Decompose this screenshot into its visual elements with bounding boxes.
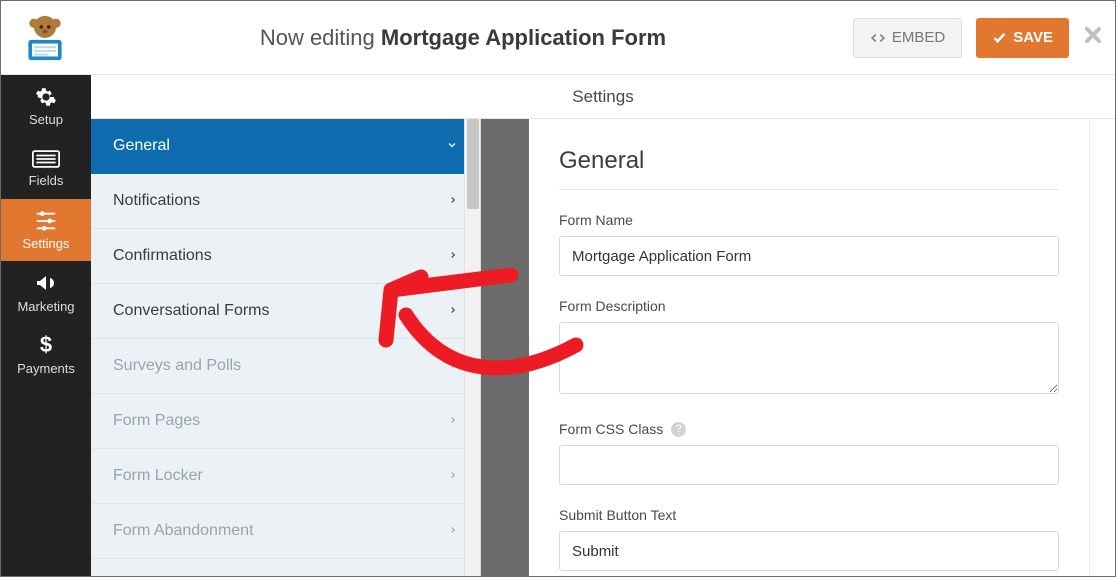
divider-column (481, 119, 529, 576)
chevron-right-icon (448, 414, 458, 429)
submit-text-input[interactable] (559, 531, 1059, 571)
form-css-input[interactable] (559, 445, 1059, 485)
nav-fields-label: Fields (29, 173, 64, 188)
panel-heading: General (559, 147, 1059, 190)
nav-marketing-label: Marketing (17, 299, 74, 314)
settings-menu-scrollbar[interactable] (464, 119, 480, 576)
settings-menu-scroll-thumb[interactable] (467, 119, 479, 209)
settings-menu-item-label: Notifications (113, 192, 200, 210)
check-icon (992, 30, 1007, 45)
form-title: Mortgage Application Form (381, 25, 666, 50)
nav-payments-label: Payments (17, 361, 75, 376)
page-title: Now editing Mortgage Application Form (73, 25, 853, 51)
sliders-icon (35, 210, 57, 232)
code-icon (870, 31, 886, 45)
left-nav: Setup Fields Settings Marketing $ P (1, 75, 91, 576)
settings-menu-item-label: General (113, 137, 170, 155)
chevron-right-icon (448, 524, 458, 539)
content-area: General Form Name Form Description Form … (529, 119, 1089, 576)
settings-menu-item-label: Confirmations (113, 247, 212, 265)
nav-marketing[interactable]: Marketing (1, 261, 91, 323)
settings-menu-item[interactable]: Form Pages (91, 394, 480, 449)
settings-breadcrumb: Settings (91, 75, 1115, 119)
help-icon[interactable]: ? (671, 422, 686, 437)
submit-text-label: Submit Button Text (559, 507, 1059, 523)
chevron-down-icon (446, 139, 458, 154)
close-icon (1081, 23, 1105, 47)
now-editing-label: Now editing (260, 25, 375, 50)
general-panel: General Form Name Form Description Form … (529, 119, 1089, 576)
settings-menu-item-label: Form Locker (113, 467, 203, 485)
settings-menu-item[interactable]: Conversational Forms (91, 284, 480, 339)
save-button[interactable]: SAVE (976, 18, 1069, 58)
settings-menu-item-label: Form Pages (113, 412, 200, 430)
wpforms-logo (17, 14, 73, 62)
right-scrollbar-gutter (1089, 119, 1115, 576)
embed-button[interactable]: EMBED (853, 18, 962, 58)
chevron-right-icon (448, 304, 458, 319)
top-bar: Now editing Mortgage Application Form EM… (1, 1, 1115, 75)
settings-menu-item[interactable]: Surveys and Polls (91, 339, 480, 394)
top-actions: EMBED SAVE (853, 18, 1069, 58)
chevron-right-icon (448, 194, 458, 209)
form-description-label: Form Description (559, 298, 1059, 314)
settings-menu-item[interactable]: Form Abandonment (91, 504, 480, 559)
settings-menu: General Notifications Confirmations Convers… (91, 119, 481, 576)
form-css-label: Form CSS Class ? (559, 421, 1059, 437)
nav-settings-label: Settings (23, 236, 70, 251)
list-icon (32, 149, 60, 169)
settings-menu-item[interactable]: Form Locker (91, 449, 480, 504)
settings-menu-item-label: Surveys and Polls (113, 357, 241, 375)
bullhorn-icon (33, 271, 59, 295)
nav-payments[interactable]: $ Payments (1, 323, 91, 385)
nav-setup-label: Setup (29, 112, 63, 127)
settings-menu-item[interactable]: Confirmations (91, 229, 480, 284)
close-button[interactable] (1081, 23, 1105, 52)
nav-settings[interactable]: Settings (1, 199, 91, 261)
nav-setup[interactable]: Setup (1, 75, 91, 137)
svg-text:$: $ (40, 333, 52, 357)
form-description-input[interactable] (559, 322, 1059, 394)
form-name-input[interactable] (559, 236, 1059, 276)
form-css-label-text: Form CSS Class (559, 421, 663, 437)
form-name-label: Form Name (559, 212, 1059, 228)
embed-label: EMBED (892, 29, 945, 46)
chevron-right-icon (448, 469, 458, 484)
settings-menu-item[interactable]: Notifications (91, 174, 480, 229)
dollar-icon: $ (39, 333, 53, 357)
settings-menu-item-label: Form Abandonment (113, 522, 254, 540)
chevron-right-icon (448, 249, 458, 264)
gear-icon (35, 86, 57, 108)
nav-fields[interactable]: Fields (1, 137, 91, 199)
chevron-right-icon (448, 359, 458, 374)
settings-menu-item[interactable]: General (91, 119, 480, 174)
save-label: SAVE (1013, 29, 1053, 46)
settings-menu-item-label: Conversational Forms (113, 302, 270, 320)
